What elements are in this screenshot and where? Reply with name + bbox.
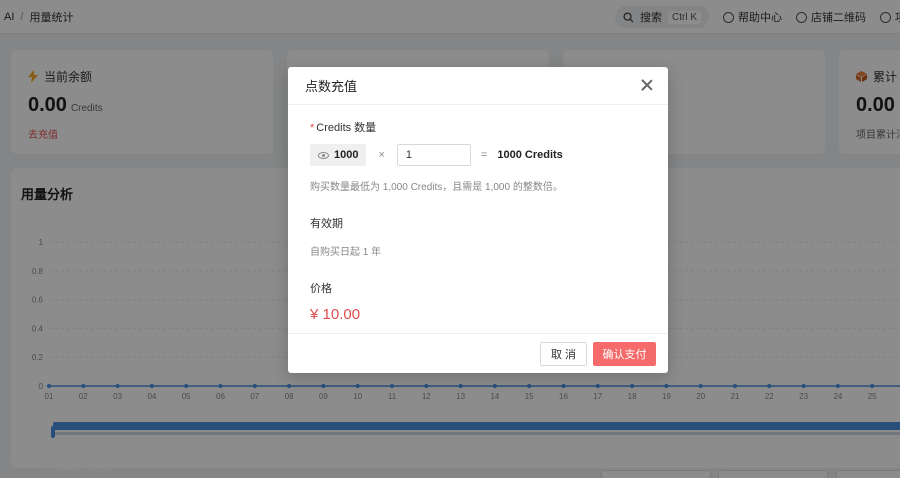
validity-value: 自购买日起 1 年 (310, 247, 382, 258)
validity-label: 有效期 (310, 218, 343, 230)
required-mark: * (310, 122, 315, 134)
cancel-button[interactable]: 取 消 (540, 342, 587, 366)
quantity-row: 1000 × = 1000 Credits (310, 144, 650, 166)
quantity-label-text: Credits 数量 (316, 122, 377, 134)
close-icon[interactable] (640, 78, 654, 92)
quantity-input[interactable] (396, 144, 471, 166)
price-value: ¥ 10.00 (310, 306, 361, 323)
price-label: 价格 (310, 283, 332, 295)
equals-sign: = (480, 149, 488, 161)
modal-header: 点数充值 (288, 67, 668, 105)
confirm-pay-button[interactable]: 确认支付 (593, 342, 656, 366)
eye-icon (318, 151, 329, 159)
multiply-sign: × (378, 149, 385, 161)
quantity-total: 1000 Credits (497, 149, 563, 161)
modal-title: 点数充值 (305, 79, 358, 94)
modal-footer: 取 消 确认支付 (288, 333, 668, 373)
base-unit-tag: 1000 (310, 144, 367, 166)
base-unit-value: 1000 (334, 149, 359, 161)
recharge-modal: 点数充值 *Credits 数量 1000 × = 1000 Credits 购… (288, 67, 668, 373)
quantity-hint: 购买数量最低为 1,000 Credits，且需是 1,000 的整数倍。 (310, 182, 563, 193)
modal-body: *Credits 数量 1000 × = 1000 Credits 购买数量最低… (310, 119, 650, 323)
quantity-label: * Credits 数量 (310, 119, 650, 135)
